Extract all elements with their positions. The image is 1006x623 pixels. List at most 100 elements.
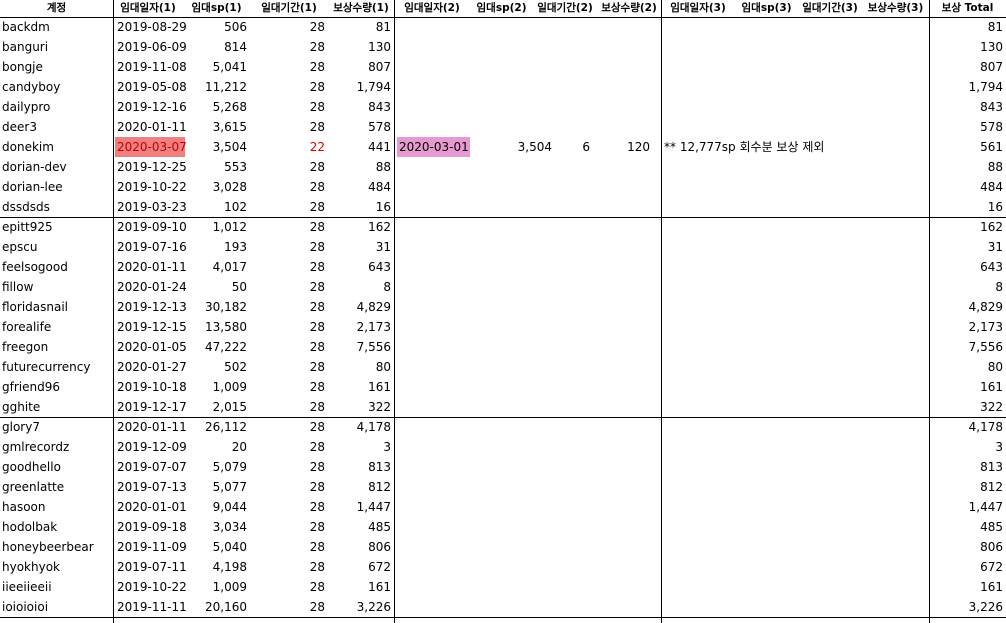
sp1-cell[interactable]: 5,040 [183,537,250,557]
date1-cell[interactable]: 2020-01-11 [115,417,187,437]
date1-cell[interactable]: 2020-01-27 [115,357,187,377]
account-cell[interactable]: donekim [0,137,113,157]
account-cell[interactable]: feelsogood [0,257,113,277]
total-cell[interactable]: 812 [929,477,1006,497]
days1-cell[interactable]: 28 [250,357,328,377]
account-cell[interactable]: iieeiieeii [0,577,113,597]
total-cell[interactable]: 1,794 [929,77,1006,97]
account-cell[interactable]: dorian-lee [0,177,113,197]
reward1-cell[interactable]: 484 [328,177,394,197]
account-cell[interactable]: forealife [0,317,113,337]
account-cell[interactable]: hyokhyok [0,557,113,577]
total-cell[interactable]: 578 [929,117,1006,137]
note-cell[interactable]: ** 12,777sp 회수분 보상 제외 [662,137,929,157]
header-days2[interactable]: 일대기간(2) [533,0,597,17]
date1-cell[interactable]: 2019-10-18 [115,377,187,397]
account-cell[interactable]: greenlatte [0,477,113,497]
total-cell[interactable]: 8 [929,277,1006,297]
date1-cell[interactable]: 2019-11-09 [115,537,187,557]
account-cell[interactable]: goodhello [0,457,113,477]
days1-cell[interactable]: 28 [250,397,328,417]
sp1-cell[interactable]: 20 [183,437,250,457]
reward1-cell[interactable]: 843 [328,97,394,117]
date1-cell[interactable]: 2019-07-11 [115,557,187,577]
date1-cell[interactable]: 2019-12-09 [115,437,187,457]
date1-cell[interactable]: 2019-07-16 [115,237,187,257]
sp1-cell[interactable]: 1,009 [183,577,250,597]
days1-cell[interactable]: 28 [250,557,328,577]
days1-cell[interactable]: 28 [250,377,328,397]
header-reward1[interactable]: 보상수량(1) [328,0,394,17]
reward1-cell[interactable]: 485 [328,517,394,537]
reward1-cell[interactable]: 130 [328,37,394,57]
total-cell[interactable]: 88 [929,157,1006,177]
reward1-cell[interactable]: 1,447 [328,497,394,517]
reward1-cell[interactable]: 441 [328,137,394,157]
date1-cell[interactable]: 2020-03-07 [115,137,187,157]
sp1-cell[interactable]: 5,041 [183,57,250,77]
reward1-cell[interactable]: 7,556 [328,337,394,357]
reward1-cell[interactable]: 8 [328,277,394,297]
reward1-cell[interactable]: 4,829 [328,297,394,317]
account-cell[interactable]: honeybeerbear [0,537,113,557]
reward1-cell[interactable]: 813 [328,457,394,477]
total-cell[interactable]: 130 [929,37,1006,57]
date1-cell[interactable]: 2019-10-22 [115,577,187,597]
days1-cell[interactable]: 28 [250,37,328,57]
sp1-cell[interactable]: 506 [183,17,250,37]
sp1-cell[interactable]: 193 [183,237,250,257]
days1-cell[interactable]: 28 [250,217,328,237]
account-cell[interactable]: floridasnail [0,297,113,317]
sp1-cell[interactable]: 13,580 [183,317,250,337]
sp1-cell[interactable]: 9,044 [183,497,250,517]
date1-cell[interactable]: 2019-07-07 [115,457,187,477]
days1-cell[interactable]: 28 [250,597,328,617]
account-cell[interactable]: banguri [0,37,113,57]
account-cell[interactable]: deer3 [0,117,113,137]
sp1-cell[interactable]: 4,198 [183,557,250,577]
reward1-cell[interactable]: 161 [328,577,394,597]
days1-cell[interactable]: 28 [250,77,328,97]
days1-cell[interactable]: 28 [250,517,328,537]
days1-cell[interactable]: 28 [250,577,328,597]
reward1-cell[interactable]: 161 [328,377,394,397]
header-sp2[interactable]: 임대sp(2) [470,0,533,17]
date1-cell[interactable]: 2019-12-25 [115,157,187,177]
account-cell[interactable]: freegon [0,337,113,357]
days1-cell[interactable]: 28 [250,57,328,77]
sp1-cell[interactable]: 11,212 [183,77,250,97]
date1-cell[interactable]: 2019-12-15 [115,317,187,337]
date1-cell[interactable]: 2020-01-05 [115,337,187,357]
header-date2[interactable]: 임대일자(2) [394,0,470,17]
sp1-cell[interactable]: 5,268 [183,97,250,117]
account-cell[interactable]: epscu [0,237,113,257]
reward1-cell[interactable]: 3,226 [328,597,394,617]
total-cell[interactable]: 31 [929,237,1006,257]
account-cell[interactable]: fillow [0,277,113,297]
header-sp1[interactable]: 임대sp(1) [183,0,250,17]
sp1-cell[interactable]: 3,034 [183,517,250,537]
account-cell[interactable]: futurecurrency [0,357,113,377]
total-cell[interactable]: 813 [929,457,1006,477]
date1-cell[interactable]: 2020-01-11 [115,117,187,137]
account-cell[interactable]: gmlrecordz [0,437,113,457]
date2-cell[interactable]: 2020-03-01 [397,137,470,157]
header-account[interactable]: 계정 [0,0,113,17]
sp1-cell[interactable]: 814 [183,37,250,57]
sp1-cell[interactable]: 2,015 [183,397,250,417]
account-cell[interactable]: glory7 [0,417,113,437]
date1-cell[interactable]: 2019-09-10 [115,217,187,237]
total-cell[interactable]: 7,556 [929,337,1006,357]
reward1-cell[interactable]: 806 [328,537,394,557]
total-cell[interactable]: 561 [929,137,1006,157]
days1-cell[interactable]: 28 [250,277,328,297]
total-cell[interactable]: 1,447 [929,497,1006,517]
total-cell[interactable]: 672 [929,557,1006,577]
sp1-cell[interactable]: 1,012 [183,217,250,237]
reward1-cell[interactable]: 16 [328,197,394,217]
total-cell[interactable]: 161 [929,377,1006,397]
account-cell[interactable]: gfriend96 [0,377,113,397]
reward1-cell[interactable]: 807 [328,57,394,77]
total-cell[interactable]: 485 [929,517,1006,537]
sp1-cell[interactable]: 3,028 [183,177,250,197]
